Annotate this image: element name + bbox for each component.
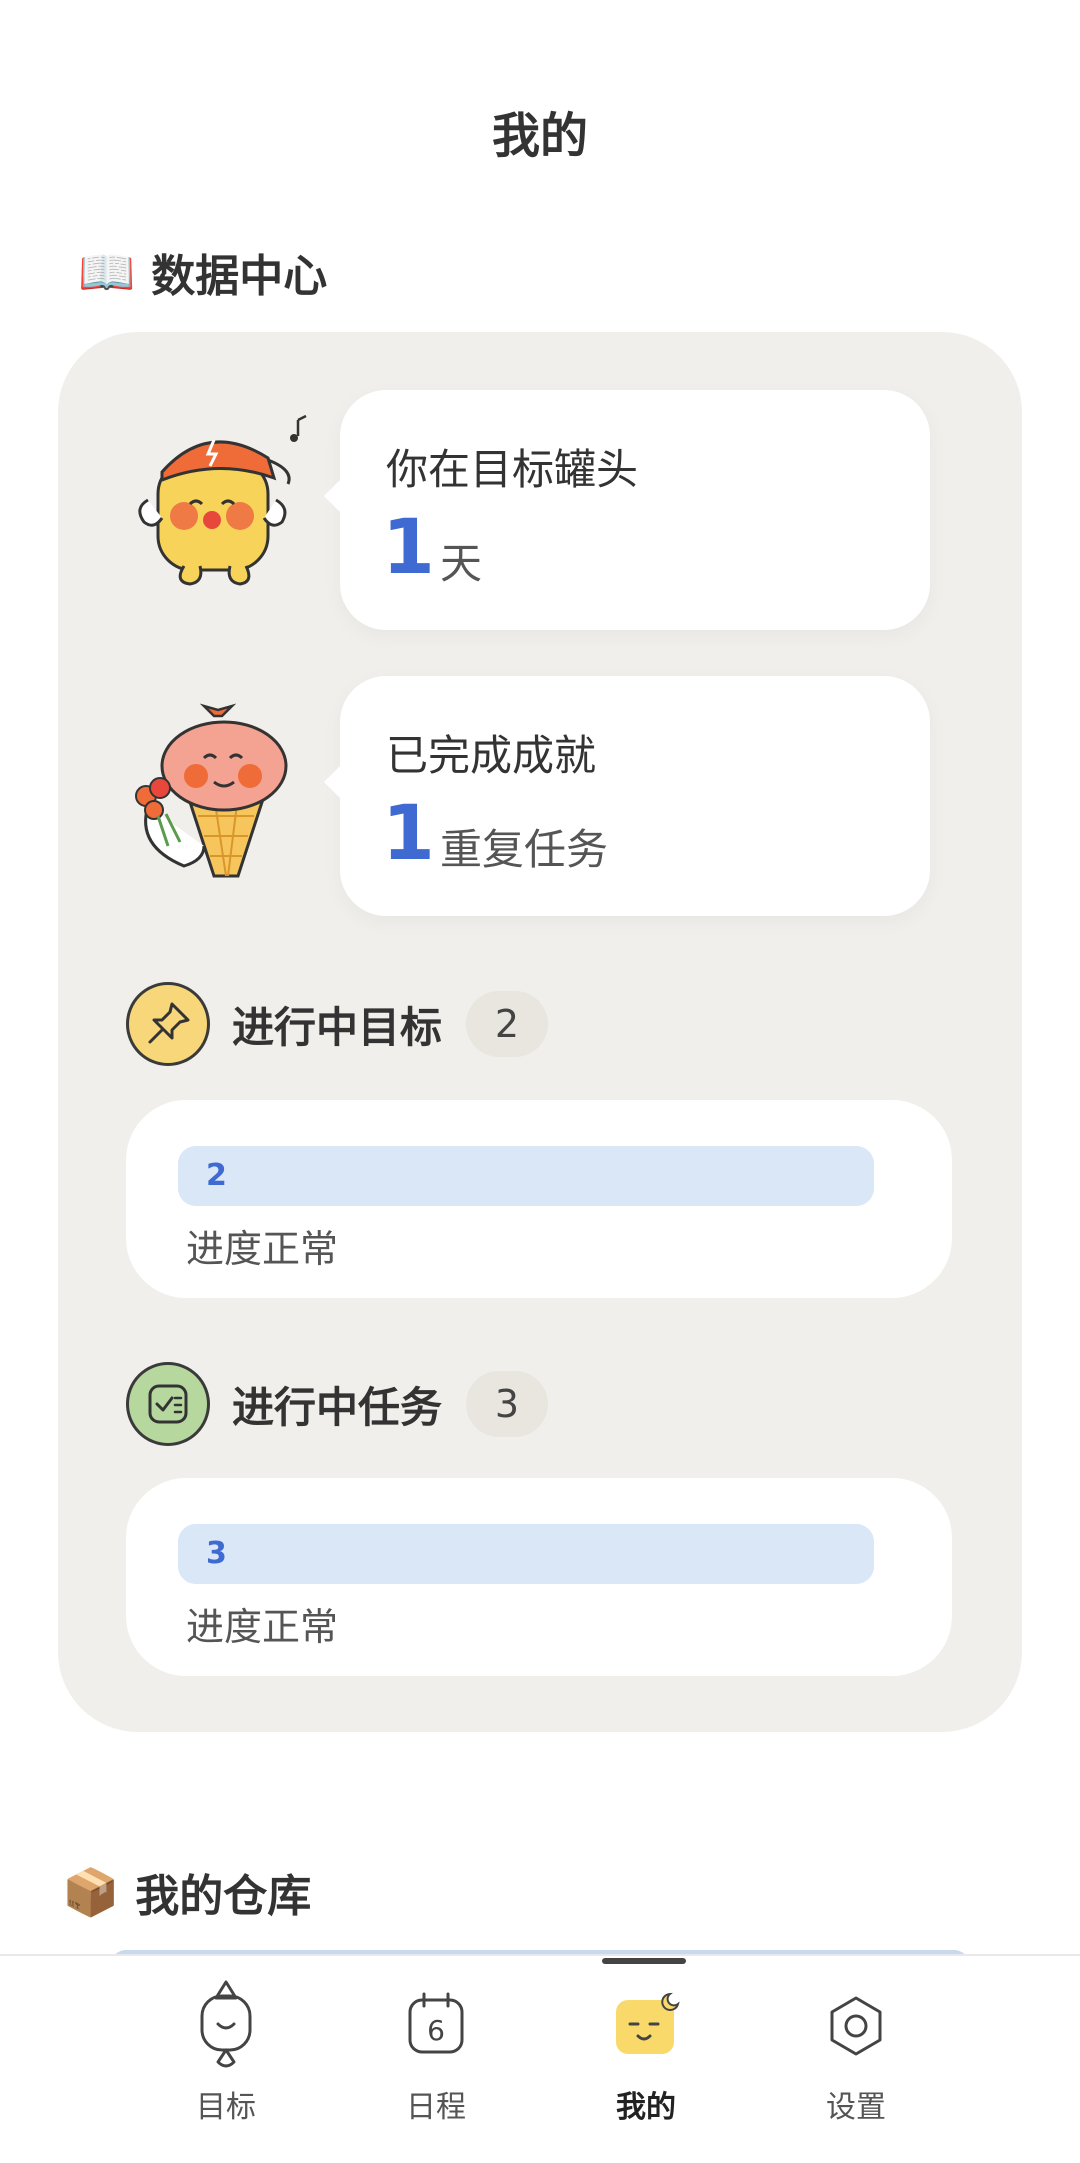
pushpin-icon [126, 982, 210, 1066]
bottom-tab-bar: 目标 6 日程 我的 设置 [0, 1954, 1080, 2163]
mascot-icon [606, 1978, 686, 2074]
achievement-value: 1 [382, 788, 435, 877]
data-center-header: 📖 数据中心 [78, 240, 327, 304]
tab-schedule[interactable]: 6 日程 [346, 1978, 526, 2128]
goals-count-badge: 2 [466, 991, 549, 1057]
active-tab-indicator [602, 1958, 686, 1964]
tasks-progress-card[interactable]: 3 进度正常 [126, 1478, 952, 1676]
stat-achievement-row: 已完成成就 1 重复任务 [58, 676, 1022, 916]
goals-progress-card[interactable]: 2 进度正常 [126, 1100, 952, 1298]
goals-status: 进度正常 [186, 1227, 339, 1271]
tab-settings-label: 设置 [826, 2090, 886, 2125]
icecream-mascot-icon [135, 703, 288, 878]
data-center-panel: 你在目标罐头 1 天 已完成成就 1 重复任务 进行中目标 2 2 进度正常 进… [58, 332, 1022, 1732]
calendar-icon: 6 [396, 1978, 476, 2074]
cap-mascot-icon [138, 414, 307, 586]
tasks-status: 进度正常 [186, 1605, 339, 1649]
goals-progress-bar: 2 [178, 1146, 874, 1206]
days-unit: 天 [440, 539, 483, 588]
achievement-unit: 重复任务 [440, 825, 609, 874]
tasks-count-badge: 3 [466, 1371, 549, 1437]
stat-days-row: 你在目标罐头 1 天 [58, 390, 1022, 630]
days-label: 你在目标罐头 [386, 445, 639, 494]
calendar-date: 6 [427, 2014, 445, 2047]
achievement-label: 已完成成就 [386, 731, 597, 780]
settings-hex-icon [816, 1978, 896, 2074]
package-icon: 📦 [62, 1864, 120, 1919]
warehouse-header: 📦 我的仓库 [62, 1860, 311, 1924]
tasks-bar-value: 3 [206, 1536, 227, 1571]
goals-title: 进行中目标 [232, 1002, 443, 1052]
warehouse-title: 我的仓库 [135, 1871, 312, 1922]
book-icon: 📖 [78, 244, 136, 299]
goals-in-progress-header[interactable]: 进行中目标 2 [126, 982, 549, 1066]
days-bubble: 你在目标罐头 1 天 [324, 390, 930, 630]
achievement-bubble: 已完成成就 1 重复任务 [324, 676, 930, 916]
tasks-in-progress-header[interactable]: 进行中任务 3 [126, 1362, 549, 1446]
tab-mine[interactable]: 我的 [556, 1978, 736, 2128]
page-title: 我的 [491, 108, 588, 164]
tasks-progress-bar: 3 [178, 1524, 874, 1584]
tab-goals[interactable]: 目标 [136, 1978, 316, 2128]
tab-settings[interactable]: 设置 [766, 1978, 946, 2128]
tasks-title: 进行中任务 [232, 1382, 443, 1432]
tab-goals-label: 目标 [196, 2090, 256, 2125]
goals-bar-value: 2 [206, 1158, 227, 1193]
days-value: 1 [382, 502, 435, 591]
data-center-title: 数据中心 [151, 251, 328, 302]
tasks-progress-fill [178, 1524, 874, 1584]
goal-icon [186, 1978, 266, 2074]
checklist-icon [126, 1362, 210, 1446]
my-page: 我的 📖 数据中心 你在目标罐头 1 天 已完成成就 1 重复任务 进行中目标 … [0, 0, 1080, 2163]
tab-schedule-label: 日程 [406, 2090, 466, 2125]
tab-mine-label: 我的 [616, 2090, 676, 2125]
goals-progress-fill [178, 1146, 874, 1206]
